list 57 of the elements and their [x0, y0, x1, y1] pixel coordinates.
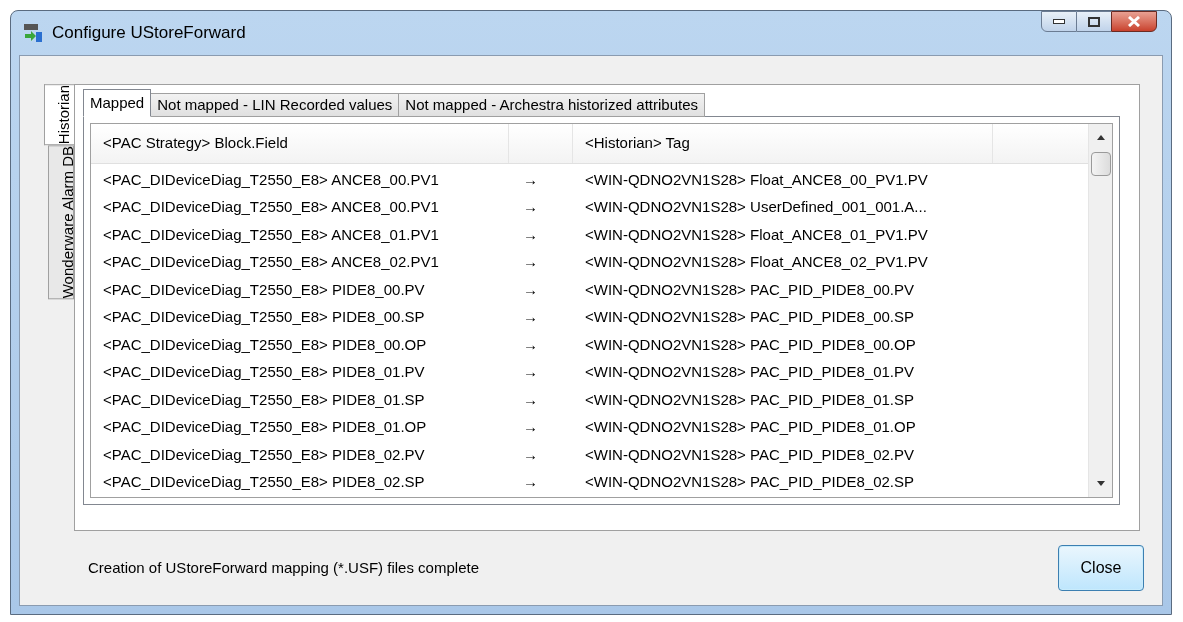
- table-cell: <WIN-QDNO2VN1S28> PAC_PID_PIDE8_00.SP: [585, 308, 915, 325]
- close-button[interactable]: [1111, 11, 1157, 32]
- arrow-cell: →: [523, 253, 538, 270]
- table-cell: <PAC_DIDeviceDiag_T2550_E8> PIDE8_01.PV: [103, 363, 425, 380]
- arrow-cell: →: [523, 308, 538, 325]
- maximize-button[interactable]: [1077, 11, 1111, 32]
- arrow-cell: →: [523, 198, 538, 215]
- table-cell: <WIN-QDNO2VN1S28> PAC_PID_PIDE8_01.OP: [585, 418, 916, 435]
- arrow-cell: →: [523, 445, 538, 463]
- table-cell: <WIN-QDNO2VN1S28> PAC_PID_PIDE8_00.OP: [585, 335, 916, 353]
- arrow-cell: →: [523, 225, 538, 243]
- table-cell: <WIN-QDNO2VN1S28> Float_ANCE8_01_PV1.PV: [585, 225, 928, 243]
- table-cell: <PAC_DIDeviceDiag_T2550_E8> ANCE8_00.PV1: [103, 198, 439, 215]
- scroll-thumb[interactable]: [1090, 152, 1111, 176]
- column-header[interactable]: <Historian> Tag: [573, 124, 993, 163]
- table-cell: <WIN-QDNO2VN1S28> PAC_PID_PIDE8_02.SP: [585, 473, 915, 490]
- close-icon: [1127, 16, 1141, 27]
- table-cell: <WIN-QDNO2VN1S28> PAC_PID_PIDE8_01.SP: [585, 390, 915, 408]
- arrow-cell: →: [523, 170, 538, 188]
- table-cell: <PAC_DIDeviceDiag_T2550_E8> PIDE8_00.SP: [103, 308, 425, 325]
- table-cell: <PAC_DIDeviceDiag_T2550_E8> PIDE8_01.SP: [103, 390, 425, 408]
- table-cell: <PAC_DIDeviceDiag_T2550_E8> PIDE8_01.OP: [103, 418, 427, 435]
- table-cell: <PAC_DIDeviceDiag_T2550_E8> PIDE8_00.OP: [103, 335, 427, 353]
- maximize-icon: [1088, 16, 1100, 27]
- scrollbar[interactable]: [1088, 124, 1112, 497]
- table-cell: <WIN-QDNO2VN1S28> Float_ANCE8_00_PV1.PV: [585, 170, 928, 188]
- tab[interactable]: Not mapped - Archestra historized attributes: [398, 93, 705, 117]
- table-cell: <WIN-QDNO2VN1S28> Float_ANCE8_02_PV1.PV: [585, 253, 928, 270]
- table-cell: <WIN-QDNO2VN1S28> PAC_PID_PIDE8_01.PV: [585, 363, 915, 380]
- side-tab[interactable]: Historian: [44, 84, 74, 146]
- scroll-down-icon[interactable]: [1095, 481, 1106, 487]
- minimize-button[interactable]: [1041, 11, 1077, 32]
- tab[interactable]: Mapped: [83, 89, 152, 117]
- arrow-cell: →: [523, 280, 538, 298]
- arrow-cell: →: [523, 363, 538, 380]
- column-header[interactable]: <PAC Strategy> Block.Field: [91, 124, 509, 163]
- arrow-cell: →: [523, 390, 538, 408]
- table-cell: <PAC_DIDeviceDiag_T2550_E8> PIDE8_02.SP: [103, 473, 425, 490]
- table-cell: <PAC_DIDeviceDiag_T2550_E8> ANCE8_02.PV1: [103, 253, 439, 270]
- table-cell: <WIN-QDNO2VN1S28> PAC_PID_PIDE8_02.PV: [585, 445, 915, 463]
- arrow-cell: →: [523, 418, 538, 435]
- arrow-cell: →: [523, 473, 538, 490]
- table-cell: <WIN-QDNO2VN1S28> UserDefined_001_001.A...: [585, 198, 927, 215]
- side-tab[interactable]: Wonderware Alarm DB: [48, 145, 74, 300]
- minimize-icon: [1053, 19, 1065, 24]
- status-message: Creation of UStoreForward mapping (*.USF) files complete: [88, 557, 479, 578]
- close-dialog-button[interactable]: Close: [1058, 545, 1144, 591]
- table-cell: <WIN-QDNO2VN1S28> PAC_PID_PIDE8_00.PV: [585, 280, 915, 298]
- table-cell: <PAC_DIDeviceDiag_T2550_E8> PIDE8_02.PV: [103, 445, 425, 463]
- window-title: Configure UStoreForward: [52, 22, 246, 45]
- app-icon: [22, 22, 44, 44]
- tab[interactable]: Not mapped - LIN Recorded values: [150, 93, 400, 117]
- arrow-cell: →: [523, 335, 538, 353]
- scroll-up-icon[interactable]: [1095, 134, 1106, 140]
- table-cell: <PAC_DIDeviceDiag_T2550_E8> ANCE8_00.PV1: [103, 170, 439, 188]
- table-cell: <PAC_DIDeviceDiag_T2550_E8> PIDE8_00.PV: [103, 280, 425, 298]
- table-cell: <PAC_DIDeviceDiag_T2550_E8> ANCE8_01.PV1: [103, 225, 439, 243]
